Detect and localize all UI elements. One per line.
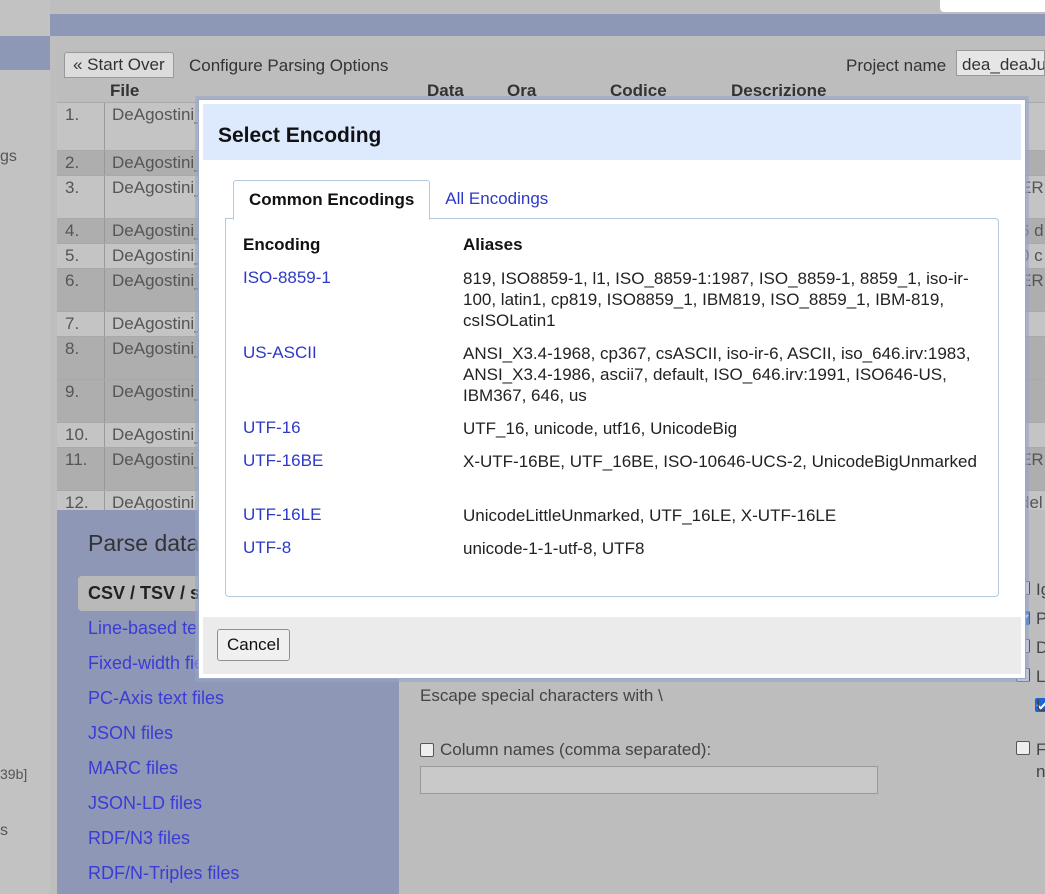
row-file: DeAgostini_ xyxy=(112,382,204,401)
select-encoding-dialog: Select Encoding Common Encodings All Enc… xyxy=(198,99,1026,679)
encoding-aliases: unicode-1-1-utf-8, UTF8 xyxy=(463,539,645,558)
encoding-link[interactable]: UTF-16 xyxy=(243,418,301,438)
row-number: 10. xyxy=(65,425,89,444)
left-fragment: gs xyxy=(0,148,17,165)
row-number: 4. xyxy=(65,221,80,240)
left-strip xyxy=(0,36,50,70)
dialog-footer: Cancel xyxy=(203,617,1021,674)
parse-data-title: Parse data xyxy=(88,530,200,556)
column-header: File xyxy=(110,81,140,100)
option-label: D xyxy=(1036,638,1045,657)
format-item-marc[interactable]: MARC files xyxy=(78,751,398,786)
option-label: n xyxy=(1036,762,1045,781)
option-label: P xyxy=(1036,609,1045,628)
option-label: Ig xyxy=(1036,580,1045,599)
row-number: 5. xyxy=(65,246,80,265)
row-file: DeAgostini_ xyxy=(112,221,204,240)
encoding-link[interactable]: UTF-16LE xyxy=(243,505,321,525)
row-number: 11. xyxy=(65,450,88,469)
format-item-json[interactable]: JSON files xyxy=(78,716,398,751)
column-names-option: Column names (comma separated): xyxy=(420,740,711,760)
column-names-input[interactable] xyxy=(420,766,878,794)
format-item-rdf-n3[interactable]: RDF/N3 files xyxy=(78,821,398,856)
row-number: 8. xyxy=(65,339,80,358)
row-number: 12. xyxy=(65,493,89,511)
left-fragment: 39b] xyxy=(0,766,28,782)
aliases-column-header: Aliases xyxy=(463,235,523,254)
dialog-title: Select Encoding xyxy=(218,124,382,147)
option-label: L xyxy=(1036,667,1045,686)
encoding-aliases: X-UTF-16BE, UTF_16BE, ISO-10646-UCS-2, U… xyxy=(463,452,977,471)
project-name-input[interactable]: dea_deaJu xyxy=(956,50,1045,76)
row-number: 7. xyxy=(65,314,80,333)
row-number: 6. xyxy=(65,271,80,290)
encoding-link[interactable]: UTF-8 xyxy=(243,538,291,558)
row-file: DeAgostini_ xyxy=(112,450,204,469)
column-names-checkbox[interactable] xyxy=(420,743,434,757)
encoding-column-header: Encoding xyxy=(243,235,321,254)
row-number: 3. xyxy=(65,178,80,197)
row-file: DeAgostini_ xyxy=(112,178,204,197)
encoding-aliases: UnicodeLittleUnmarked, UTF_16LE, X-UTF-1… xyxy=(463,506,837,525)
left-column: gs 39b] s xyxy=(0,0,50,894)
tab-common-encodings[interactable]: Common Encodings xyxy=(233,180,431,220)
row-file: DeAgostini_ xyxy=(112,339,204,358)
option-label: U xyxy=(1036,696,1045,715)
row-file: DeAgostini_ xyxy=(112,271,204,290)
row-file: DeAgostini_ xyxy=(112,246,204,265)
cancel-button[interactable]: Cancel xyxy=(217,629,290,661)
encodings-panel: Encoding Aliases ISO-8859-1 819, ISO8859… xyxy=(225,218,999,597)
row-file: DeAgostini_ xyxy=(112,153,204,172)
format-item-json-ld[interactable]: JSON-LD files xyxy=(78,786,398,821)
top-bar xyxy=(50,14,1045,36)
row-number: 1. xyxy=(65,105,80,124)
tab-all-encodings[interactable]: All Encodings xyxy=(430,180,563,220)
row-file: DeAgostini_ xyxy=(112,493,204,511)
format-item-rdf-ntriples[interactable]: RDF/N-Triples files xyxy=(78,856,398,891)
encoding-aliases: UTF_16, unicode, utf16, UnicodeBig xyxy=(463,419,738,438)
row-file: DeAgostini_ xyxy=(112,105,204,124)
row-number: 2. xyxy=(65,153,80,172)
encoding-link[interactable]: ISO-8859-1 xyxy=(243,268,331,288)
option-checkbox[interactable] xyxy=(1016,741,1030,755)
encoding-aliases: 819, ISO8859-1, l1, ISO_8859-1:1987, ISO… xyxy=(463,269,969,330)
encoding-tabs: Common Encodings All Encodings xyxy=(233,180,563,220)
option-label: F xyxy=(1036,740,1045,759)
dialog-header: Select Encoding xyxy=(203,104,1021,160)
escape-option-label: Escape special characters with \ xyxy=(420,686,663,705)
left-fragment: s xyxy=(0,822,8,839)
row-file: DeAgostini_ xyxy=(112,314,204,333)
encoding-aliases: ANSI_X3.4-1968, cp367, csASCII, iso-ir-6… xyxy=(463,344,971,405)
configure-title: Configure Parsing Options xyxy=(189,56,389,75)
encoding-link[interactable]: UTF-16BE xyxy=(243,451,323,471)
row-number: 9. xyxy=(65,382,80,401)
column-names-label: Column names (comma separated): xyxy=(440,740,712,759)
top-right-box xyxy=(940,0,1045,12)
row-file: DeAgostini_ xyxy=(112,425,204,444)
start-over-button[interactable]: « Start Over xyxy=(64,52,174,78)
format-item-pc-axis[interactable]: PC-Axis text files xyxy=(78,681,398,716)
encoding-link[interactable]: US-ASCII xyxy=(243,343,317,363)
project-name-label: Project name xyxy=(846,56,947,75)
